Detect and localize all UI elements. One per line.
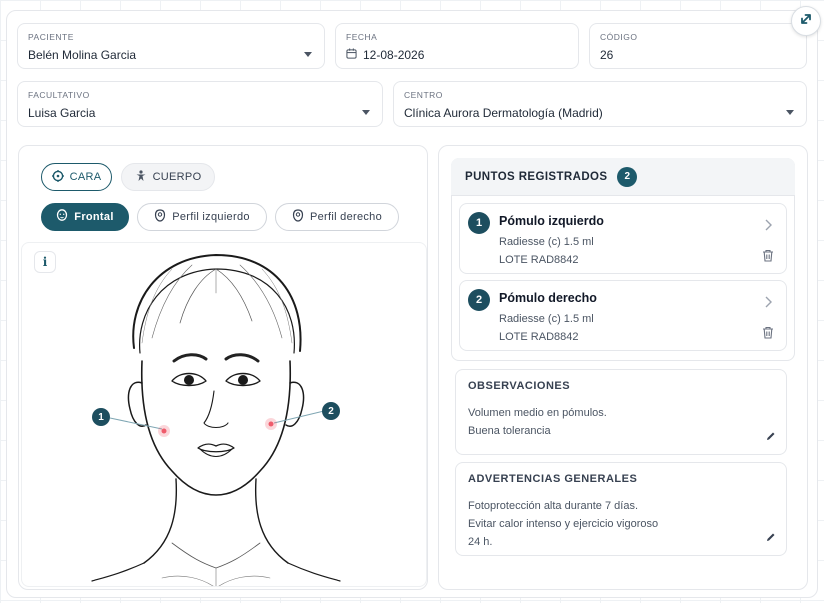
tab-cara[interactable]: CARA — [41, 163, 112, 191]
view-perfil-derecho[interactable]: Perfil derecho — [275, 203, 399, 231]
point-product: Radiesse (c) 1.5 ml — [499, 236, 594, 248]
observaciones-line: Volumen medio en pómulos. — [468, 407, 607, 419]
expand-button[interactable] — [791, 6, 821, 36]
point-number: 2 — [468, 289, 490, 311]
point-card-2[interactable]: 2 Pómulo derecho Radiesse (c) 1.5 ml LOT… — [459, 280, 787, 351]
fecha-label: FECHA — [346, 32, 378, 42]
face-illustration — [91, 254, 341, 586]
centro-value: Clínica Aurora Dermatología (Madrid) — [404, 106, 603, 120]
fecha-field[interactable]: FECHA 12-08-2026 — [335, 23, 579, 69]
chevron-down-icon — [362, 110, 370, 115]
advertencias-line: 24 h. — [468, 536, 493, 548]
advertencias-line: Evitar calor intenso y ejercicio vigoros… — [468, 518, 659, 530]
advertencias-line: Fotoprotección alta durante 7 días. — [468, 500, 638, 512]
body-icon — [135, 169, 147, 185]
codigo-value: 26 — [600, 48, 614, 62]
fecha-value: 12-08-2026 — [363, 48, 425, 62]
facultativo-label: FACULTATIVO — [28, 90, 90, 100]
advertencias-text: Fotoprotección alta durante 7 días. Evit… — [468, 497, 774, 551]
marker-1-label: 1 — [98, 411, 104, 423]
trash-icon[interactable] — [762, 249, 774, 267]
face-map-canvas[interactable]: i 1 2 — [21, 242, 427, 587]
marker-2-label: 2 — [328, 405, 334, 417]
face-front-icon — [56, 209, 68, 225]
pencil-icon[interactable] — [766, 529, 776, 547]
advertencias-card[interactable]: ADVERTENCIAS GENERALES Fotoprotección al… — [455, 462, 787, 556]
point-number: 1 — [468, 212, 490, 234]
view-perfil-izquierdo-label: Perfil izquierdo — [172, 211, 250, 223]
profile-right-icon — [292, 209, 304, 225]
facultativo-select[interactable]: FACULTATIVO Luisa Garcia — [17, 81, 383, 127]
paciente-label: PACIENTE — [28, 32, 74, 42]
view-frontal-label: Frontal — [74, 211, 114, 223]
point-lot: LOTE RAD8842 — [499, 254, 579, 266]
details-panel: PUNTOS REGISTRADOS 2 1 Pómulo izquierdo … — [438, 145, 808, 590]
trash-icon[interactable] — [762, 326, 774, 344]
facultativo-value: Luisa Garcia — [28, 106, 96, 120]
tab-cuerpo[interactable]: CUERPO — [121, 163, 215, 191]
advertencias-title: ADVERTENCIAS GENERALES — [468, 473, 638, 485]
chevron-down-icon — [304, 52, 312, 57]
centro-select[interactable]: CENTRO Clínica Aurora Dermatología (Madr… — [393, 81, 807, 127]
points-title: PUNTOS REGISTRADOS — [465, 170, 608, 183]
points-header: PUNTOS REGISTRADOS 2 — [451, 158, 795, 196]
chevron-down-icon — [786, 110, 794, 115]
point-card-1[interactable]: 1 Pómulo izquierdo Radiesse (c) 1.5 ml L… — [459, 203, 787, 274]
expand-icon — [799, 12, 813, 31]
pencil-icon[interactable] — [766, 428, 776, 446]
codigo-label: CÓDIGO — [600, 32, 638, 42]
view-perfil-derecho-label: Perfil derecho — [309, 211, 383, 223]
paciente-select[interactable]: PACIENTE Belén Molina Garcia — [17, 23, 325, 69]
point-lot: LOTE RAD8842 — [499, 331, 579, 343]
centro-label: CENTRO — [404, 90, 443, 100]
chevron-right-icon[interactable] — [764, 218, 772, 236]
paciente-value: Belén Molina Garcia — [28, 48, 137, 62]
calendar-icon — [346, 48, 357, 62]
point-product: Radiesse (c) 1.5 ml — [499, 313, 594, 325]
observaciones-text: Volumen medio en pómulos. Buena toleranc… — [468, 404, 774, 440]
marker-1[interactable]: 1 — [92, 408, 110, 426]
view-perfil-izquierdo[interactable]: Perfil izquierdo — [137, 203, 267, 231]
codigo-field[interactable]: CÓDIGO 26 — [589, 23, 807, 69]
point-title: Pómulo derecho — [499, 291, 597, 305]
view-frontal[interactable]: Frontal — [41, 203, 129, 231]
profile-left-icon — [154, 209, 166, 225]
points-count-badge: 2 — [617, 166, 638, 187]
body-map-panel: CARA CUERPO Frontal Perfil izquierdo Per… — [18, 145, 428, 590]
point-title: Pómulo izquierdo — [499, 214, 604, 228]
observaciones-line: Buena tolerancia — [468, 425, 551, 437]
marker-2[interactable]: 2 — [322, 402, 340, 420]
observaciones-title: OBSERVACIONES — [468, 380, 571, 392]
tab-cara-label: CARA — [69, 171, 102, 183]
chevron-right-icon[interactable] — [764, 295, 772, 313]
face-icon — [51, 169, 64, 185]
observaciones-card[interactable]: OBSERVACIONES Volumen medio en pómulos. … — [455, 369, 787, 455]
tab-cuerpo-label: CUERPO — [152, 171, 202, 183]
